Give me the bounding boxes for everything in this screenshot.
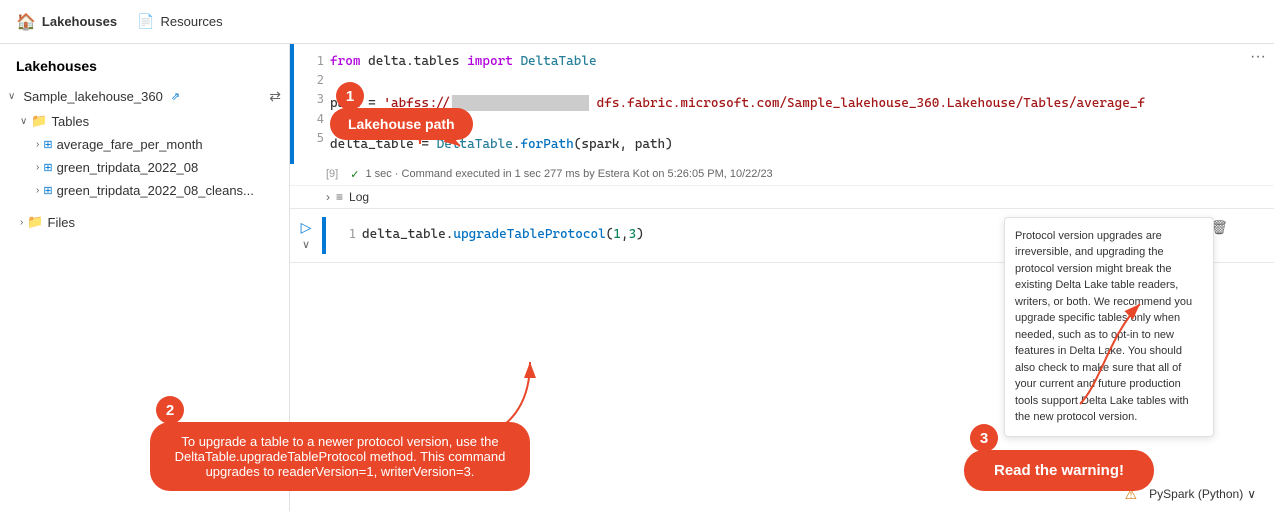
tables-chevron: ∨ xyxy=(20,116,27,127)
check-icon: ✓ xyxy=(350,168,359,181)
log-icon: ≡ xyxy=(336,190,343,204)
callout-1-area: 1 Lakehouse path xyxy=(330,96,473,140)
files-label: Files xyxy=(48,215,75,230)
callout-3-text: Read the warning! xyxy=(994,462,1124,479)
sample-expand-icon: ∨ xyxy=(8,91,15,102)
table2-icon: ⊞ xyxy=(43,161,52,174)
link-icon: ⇗ xyxy=(171,90,180,103)
callout-2-area: 2 To upgrade a table to a newer protocol… xyxy=(150,410,530,491)
run-button[interactable]: ▷ xyxy=(301,219,312,236)
callout-1-text: Lakehouse path xyxy=(348,116,455,132)
sidebar-files-group[interactable]: › 📁 Files xyxy=(0,210,289,234)
files-chevron: › xyxy=(20,217,23,228)
resource-icon: 📄 xyxy=(137,13,154,30)
lakehouse-icon: 🏠 xyxy=(16,12,36,32)
table2-name: green_tripdata_2022_08 xyxy=(57,160,199,175)
nav-resources[interactable]: 📄 Resources xyxy=(137,13,223,30)
warning-popup: Protocol version upgrades are irreversib… xyxy=(1004,217,1214,437)
table3-name: green_tripdata_2022_08_cleans... xyxy=(57,183,254,198)
table1-chevron: › xyxy=(36,139,39,150)
table1-name: average_fare_per_month xyxy=(57,137,203,152)
output-status: 1 sec · Command executed in 1 sec 277 ms… xyxy=(365,168,772,180)
warning-text: Protocol version upgrades are irreversib… xyxy=(1015,230,1192,424)
tables-label: Tables xyxy=(52,114,90,129)
table1-icon: ⊞ xyxy=(43,138,52,151)
lang-badge[interactable]: PySpark (Python) ∨ xyxy=(1143,485,1262,503)
code-cell-2: ▷ ∨ 1 delta_table.upgradeTableProtocol(1… xyxy=(290,209,1274,263)
folder-icon: 📁 xyxy=(31,113,47,129)
lang-label: PySpark (Python) xyxy=(1149,487,1243,501)
callout-2-bubble: To upgrade a table to a newer protocol v… xyxy=(150,422,530,491)
callout-3-area: 3 Read the warning! xyxy=(964,438,1154,491)
sidebar-title: Lakehouses xyxy=(0,52,289,84)
nav-lakehouses[interactable]: 🏠 Lakehouses xyxy=(16,12,117,32)
cell1-more-icon[interactable]: ··· xyxy=(1250,48,1266,66)
lakehouses-label: Lakehouses xyxy=(42,14,117,29)
log-row[interactable]: › ≡ Log xyxy=(290,186,1274,208)
sidebar-table-2[interactable]: › ⊞ green_tripdata_2022_08 xyxy=(0,156,289,179)
sidebar-tables-group[interactable]: ∨ 📁 Tables xyxy=(0,109,289,133)
callout-badge-3: 3 xyxy=(970,424,998,452)
sidebar-item-sample[interactable]: ∨ Sample_lakehouse_360 ⇗ ⇄ xyxy=(0,84,289,109)
sidebar-table-3[interactable]: › ⊞ green_tripdata_2022_08_cleans... xyxy=(0,179,289,202)
collapse-button[interactable]: ∨ xyxy=(302,238,310,251)
table2-chevron: › xyxy=(36,162,39,173)
line-numbers-2: 1 xyxy=(326,217,362,254)
callout-1-bubble: Lakehouse path xyxy=(330,108,473,140)
log-label: Log xyxy=(349,190,369,204)
callout-2-text: To upgrade a table to a newer protocol v… xyxy=(175,434,506,479)
callout-3-bubble: Read the warning! xyxy=(964,450,1154,491)
sidebar-table-1[interactable]: › ⊞ average_fare_per_month xyxy=(0,133,289,156)
log-expand-icon: › xyxy=(326,190,330,204)
callout-badge-2: 2 xyxy=(156,396,184,424)
lang-chevron: ∨ xyxy=(1247,487,1256,501)
table3-icon: ⊞ xyxy=(43,184,52,197)
line-numbers-1: 1 2 3 4 5 xyxy=(294,44,330,164)
sample-name-text: Sample_lakehouse_360 xyxy=(23,89,163,104)
refresh-icon[interactable]: ⇄ xyxy=(269,88,281,105)
cell-output-num: [9] xyxy=(326,168,338,180)
callout-badge-1: 1 xyxy=(336,82,364,110)
output-line: [9] ✓ 1 sec · Command executed in 1 sec … xyxy=(290,164,1274,186)
resources-label: Resources xyxy=(161,14,223,29)
table3-chevron: › xyxy=(36,185,39,196)
files-icon: 📁 xyxy=(27,214,43,230)
